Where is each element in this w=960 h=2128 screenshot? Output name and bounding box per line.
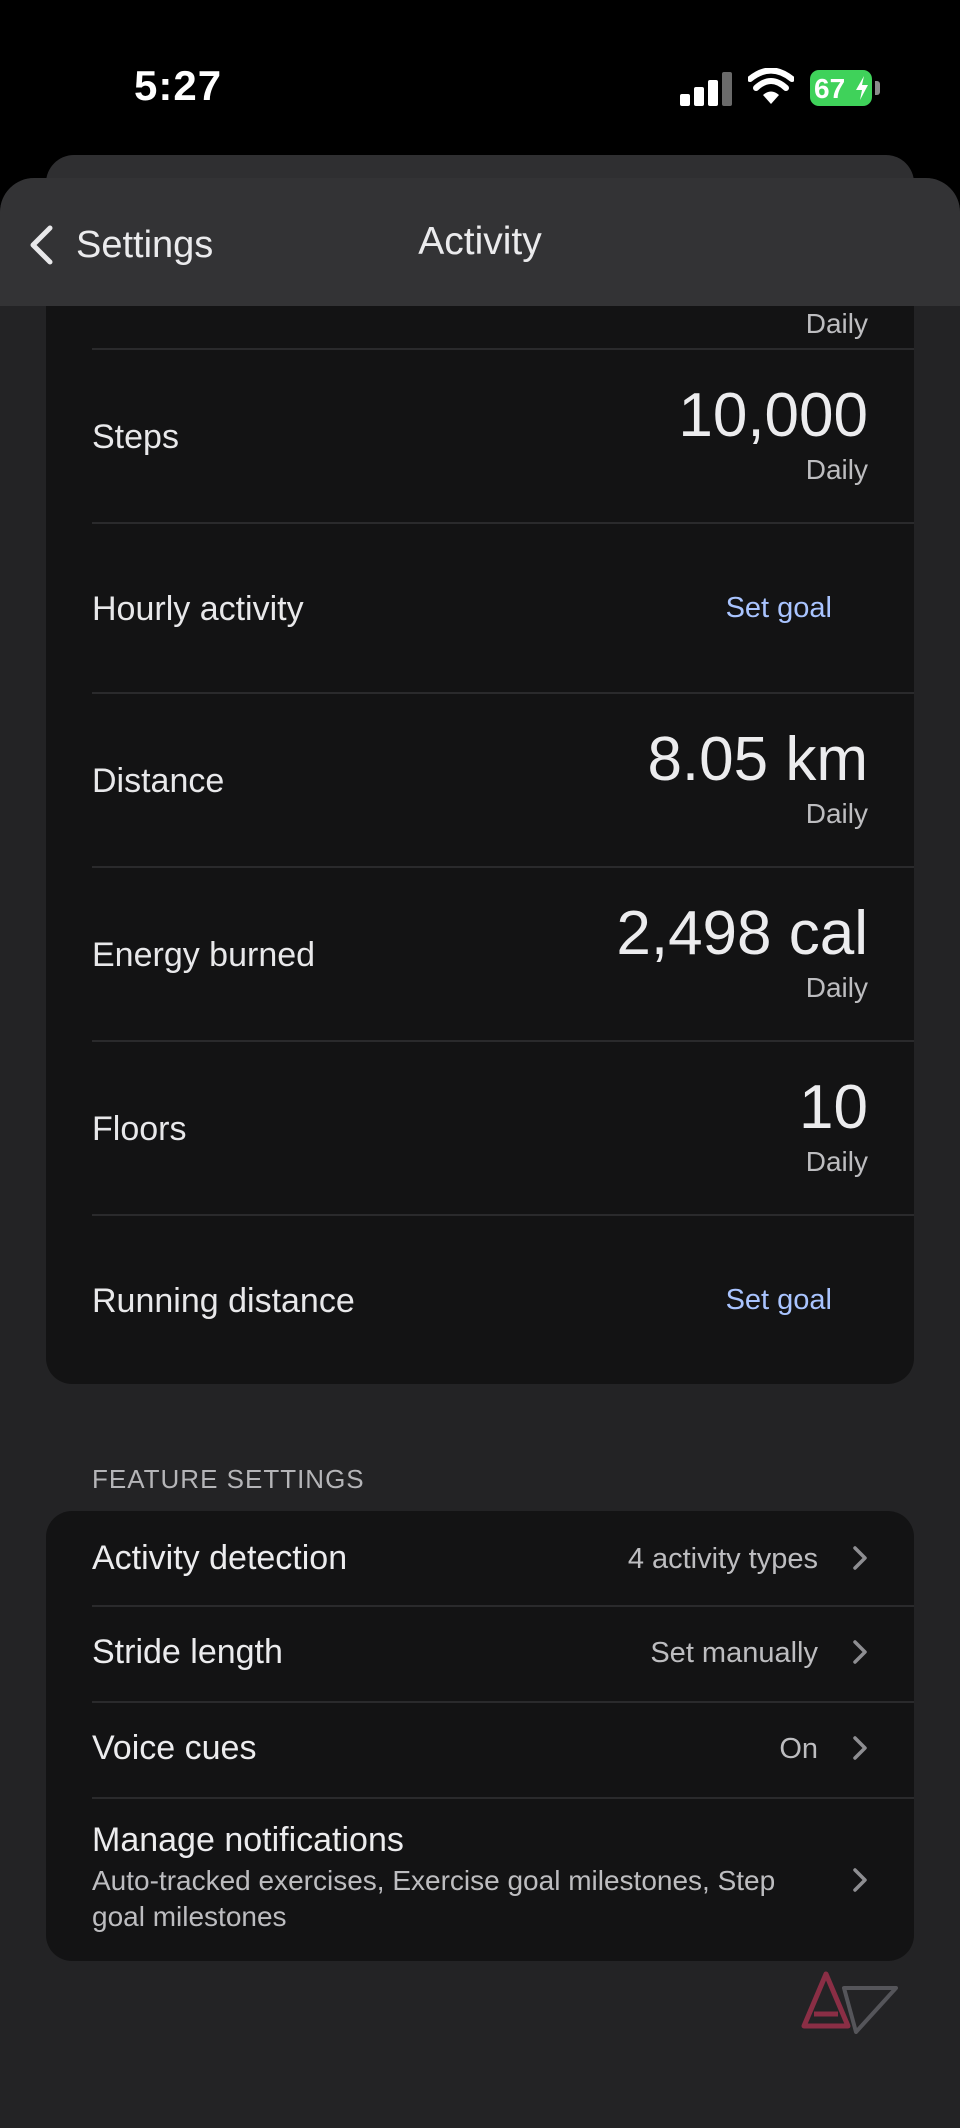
setting-stride-length[interactable]: Stride length Set manually — [46, 1607, 914, 1701]
section-header-feature-settings: FEATURE SETTINGS — [92, 1464, 365, 1494]
goal-row-steps[interactable]: Steps 10,000 Daily — [92, 350, 914, 522]
setting-description: Auto-tracked exercises, Exercise goal mi… — [92, 1865, 776, 1932]
goal-name: Distance — [92, 762, 225, 800]
wifi-icon — [748, 68, 794, 104]
setting-voice-cues[interactable]: Voice cues On — [46, 1703, 914, 1797]
goal-name: Hourly activity — [92, 590, 304, 628]
goal-name: Running distance — [92, 1282, 355, 1320]
goal-name: Steps — [92, 418, 179, 456]
goal-period: Daily — [805, 972, 868, 1003]
goal-row-distance[interactable]: Distance 8.05 km Daily — [92, 694, 914, 866]
goal-name: Floors — [92, 1110, 187, 1148]
goal-row-floors[interactable]: Floors 10 Daily — [92, 1042, 914, 1214]
status-bar: 5:27 67 — [0, 0, 960, 150]
setting-value: Set manually — [650, 1637, 818, 1669]
setting-manage-notifications[interactable]: Manage notifications Auto-tracked exerci… — [46, 1799, 914, 1961]
setting-name: Activity detection — [92, 1539, 348, 1577]
goal-period: Daily — [805, 798, 868, 829]
goal-value: 2,498 cal — [616, 899, 868, 968]
setting-value: On — [779, 1733, 818, 1765]
goal-name: Energy burned — [92, 936, 316, 974]
setting-value: 4 activity types — [627, 1543, 818, 1575]
partial-period-label: Daily — [805, 308, 868, 339]
goals-card: Daily Steps 10,000 Daily Hourly activity… — [46, 208, 914, 1384]
goal-row-running-distance[interactable]: Running distance Set goal — [92, 1216, 914, 1384]
set-goal-button[interactable]: Set goal — [726, 1284, 832, 1317]
goal-period: Daily — [805, 454, 868, 485]
setting-name: Stride length — [92, 1633, 283, 1671]
battery-level: 67 — [814, 73, 846, 104]
goal-value: 10,000 — [678, 381, 868, 450]
page-title: Activity — [418, 220, 542, 263]
goal-period: Daily — [805, 1146, 868, 1177]
android-police-logo — [801, 1971, 898, 2034]
activity-sheet: Settings Activity Daily Steps 10,000 Dai… — [0, 178, 960, 2128]
goal-value: 8.05 km — [647, 725, 868, 794]
signal-icon — [680, 72, 732, 106]
setting-name: Voice cues — [92, 1729, 257, 1767]
chevron-right-icon — [853, 1546, 867, 1570]
setting-name: Manage notifications — [92, 1821, 404, 1859]
goal-row-hourly-activity[interactable]: Hourly activity Set goal — [92, 524, 914, 692]
chevron-right-icon — [853, 1640, 867, 1664]
feature-settings-card: Activity detection 4 activity types Stri… — [46, 1511, 914, 1961]
set-goal-button[interactable]: Set goal — [726, 592, 832, 625]
setting-activity-detection[interactable]: Activity detection 4 activity types — [46, 1511, 914, 1605]
goal-row-energy-burned[interactable]: Energy burned 2,498 cal Daily — [92, 868, 914, 1040]
battery-icon: 67 — [810, 70, 880, 106]
status-time: 5:27 — [134, 62, 223, 109]
nav-bar: Settings Activity — [0, 178, 960, 306]
chevron-right-icon — [853, 1736, 867, 1760]
goal-value: 10 — [799, 1073, 868, 1142]
chevron-right-icon — [853, 1868, 867, 1892]
